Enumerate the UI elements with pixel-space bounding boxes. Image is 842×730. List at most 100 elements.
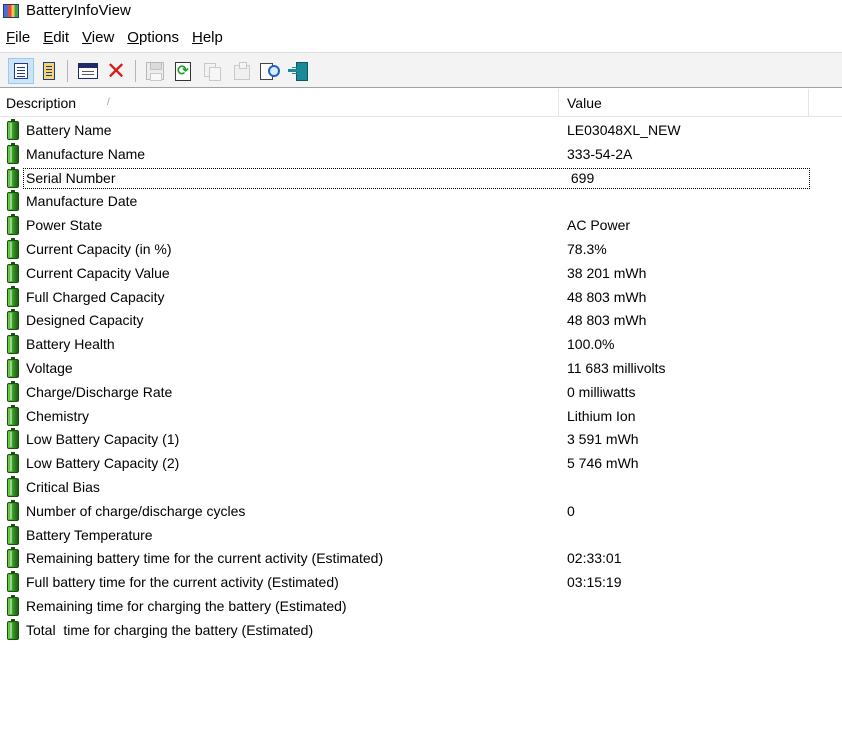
battery-icon (7, 571, 19, 593)
battery-icon (7, 594, 19, 616)
toolbar-separator (135, 60, 136, 82)
row-description: Critical Bias (26, 478, 100, 495)
focus-rectangle (23, 167, 810, 189)
menu-help[interactable]: Help (186, 26, 230, 50)
row-value: 03:15:19 (567, 574, 622, 591)
exit-icon (287, 61, 309, 81)
copy-button[interactable] (199, 58, 225, 84)
list-row[interactable]: Current Capacity Value 38 201 mWh (0, 261, 842, 286)
list-row[interactable]: Battery Temperature (0, 523, 842, 548)
menu-file[interactable]: File (0, 26, 37, 50)
row-value: 11 683 millivolts (567, 359, 666, 376)
row-value: 333-54-2A (567, 145, 633, 162)
battery-app-icon (3, 4, 19, 18)
list-row[interactable]: Low Battery Capacity (2) 5 746 mWh (0, 452, 842, 476)
refresh-icon: ⟳ (175, 61, 191, 81)
list-icon (43, 62, 55, 80)
list-row[interactable]: Charge/Discharge Rate 0 milliwatts (0, 380, 842, 405)
row-value: 38 201 mWh (567, 264, 647, 281)
list-row[interactable]: Battery Health 100.0% (0, 333, 842, 357)
battery-icon (7, 119, 19, 140)
row-description: Power State (26, 217, 103, 234)
delete-icon: ✕ (105, 57, 127, 85)
row-value: 0 milliwatts (567, 383, 636, 400)
list-row[interactable]: Serial Number 699 (0, 166, 842, 191)
row-value: 48 803 mWh (567, 312, 647, 329)
row-description: Battery Health (26, 336, 115, 353)
battery-icon (7, 166, 19, 188)
row-description: Low Battery Capacity (1) (26, 431, 180, 448)
list-row[interactable]: Battery Name LE03048XL_NEW (0, 119, 842, 143)
row-description: Manufacture Name (26, 145, 146, 162)
find-button[interactable] (257, 58, 283, 84)
list-row[interactable]: Total time for charging the battery (Est… (0, 618, 842, 643)
battery-info-mode-button[interactable] (8, 58, 34, 84)
row-description: Battery Name (26, 122, 112, 138)
row-value: 100.0% (567, 336, 615, 353)
menu-bar: File Edit View Options Help (0, 26, 842, 50)
battery-icon (7, 214, 19, 236)
battery-icon (7, 190, 19, 212)
window-title: BatteryInfoView (26, 2, 131, 19)
save-icon (146, 62, 164, 81)
row-value: 0 (567, 502, 575, 519)
delete-button[interactable]: ✕ (103, 58, 129, 84)
row-description: Manufacture Date (26, 193, 138, 210)
sort-ascending-icon: / (107, 97, 110, 108)
list-row[interactable]: Number of charge/discharge cycles 0 (0, 499, 842, 524)
row-description: Designed Capacity (26, 312, 144, 329)
column-divider[interactable] (808, 89, 809, 117)
menu-view[interactable]: View (76, 26, 121, 50)
list-row[interactable]: Manufacture Name 333-54-2A (0, 142, 842, 167)
row-description: Remaining time for charging the battery … (26, 597, 347, 614)
title-bar: BatteryInfoView (0, 0, 842, 24)
row-value: 48 803 mWh (567, 288, 647, 305)
row-description: Full battery time for the current activi… (26, 574, 339, 591)
battery-icon (7, 428, 19, 450)
list-row[interactable]: Voltage 11 683 millivolts (0, 356, 842, 381)
battery-icon (7, 261, 19, 283)
battery-icon (7, 356, 19, 378)
properties-button[interactable] (228, 58, 254, 84)
html-report-button[interactable] (75, 58, 101, 84)
column-divider[interactable] (558, 89, 559, 117)
list-row[interactable]: Power State AC Power (0, 214, 842, 238)
battery-icon (7, 237, 19, 259)
battery-icon (7, 380, 19, 402)
row-description: Low Battery Capacity (2) (26, 455, 180, 472)
refresh-button[interactable]: ⟳ (170, 58, 196, 84)
row-value: Lithium Ion (567, 407, 636, 424)
row-description: Charge/Discharge Rate (26, 383, 173, 400)
column-header-value[interactable]: Value (567, 89, 807, 117)
list-row[interactable]: Critical Bias (0, 475, 842, 500)
battery-icon (7, 475, 19, 497)
properties-icon (14, 63, 28, 79)
row-description: Serial Number (26, 169, 116, 186)
row-value: LE03048XL_NEW (567, 122, 681, 138)
row-value: AC Power (567, 217, 631, 234)
list-row[interactable]: Remaining time for charging the battery … (0, 594, 842, 619)
row-value: 78.3% (567, 240, 607, 257)
exit-button[interactable] (285, 58, 311, 84)
row-description: Number of charge/discharge cycles (26, 502, 246, 519)
list-row[interactable]: Designed Capacity 48 803 mWh (0, 309, 842, 333)
find-icon (259, 61, 281, 81)
menu-edit[interactable]: Edit (37, 26, 76, 50)
list-row[interactable]: Remaining battery time for the current a… (0, 547, 842, 571)
battery-icon (7, 547, 19, 569)
battery-icon (7, 309, 19, 331)
list-row[interactable]: Current Capacity (in %) 78.3% (0, 237, 842, 262)
menu-options[interactable]: Options (121, 26, 186, 50)
row-description: Voltage (26, 359, 73, 376)
row-description: Full Charged Capacity (26, 288, 165, 305)
list-row[interactable]: Low Battery Capacity (1) 3 591 mWh (0, 428, 842, 452)
list-row[interactable]: Full Charged Capacity 48 803 mWh (0, 285, 842, 310)
save-button[interactable] (142, 58, 168, 84)
row-description: Current Capacity Value (26, 264, 170, 281)
list-row[interactable]: Full battery time for the current activi… (0, 571, 842, 595)
column-header-description[interactable]: Description / (6, 89, 558, 117)
list-row[interactable]: Manufacture Date (0, 190, 842, 214)
list-row[interactable]: Chemistry Lithium Ion (0, 404, 842, 429)
battery-log-mode-button[interactable] (36, 58, 62, 84)
battery-info-list: Battery Name LE03048XL_NEW Manufacture Nam… (0, 119, 842, 643)
